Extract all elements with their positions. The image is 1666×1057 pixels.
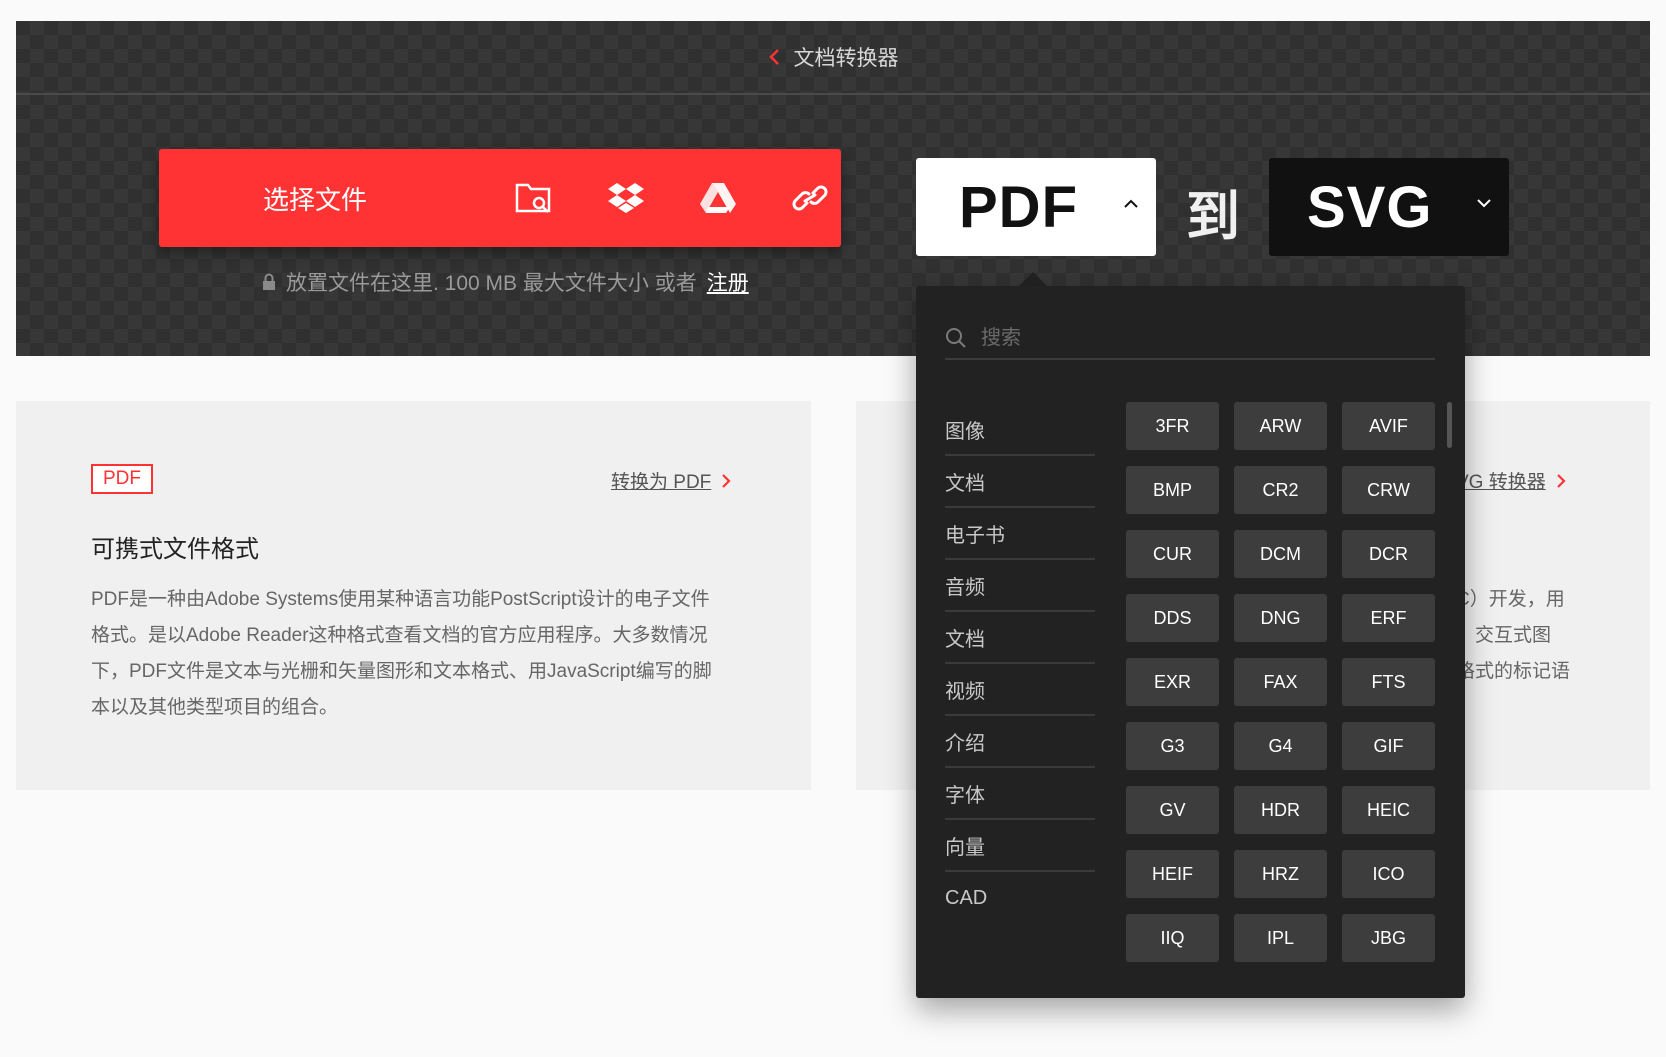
format-option[interactable]: DCR: [1342, 530, 1435, 578]
format-option[interactable]: ARW: [1234, 402, 1327, 450]
signup-link[interactable]: 注册: [707, 267, 749, 297]
drop-note-text: 放置文件在这里. 100 MB 最大文件大小 或者: [286, 272, 697, 295]
hero-header: 文档转换器: [16, 21, 1650, 95]
format-description: C）开发，用 、交互式图 格式的标记语: [1456, 582, 1646, 690]
format-option[interactable]: FAX: [1234, 658, 1327, 706]
description-line: 格式。是以Adobe Reader这种格式查看文档的官方应用程序。大多数情况: [91, 625, 708, 646]
format-option[interactable]: HEIC: [1342, 786, 1435, 834]
chevron-down-icon: [1477, 199, 1491, 208]
category-item[interactable]: 向量: [945, 820, 1095, 872]
converter-link-label: VG 转换器: [1456, 472, 1546, 493]
format-dropdown: 图像文档电子书音频文档视频介绍字体向量CAD 3FRARWAVIFBMPCR2C…: [916, 286, 1465, 998]
choose-files-button[interactable]: 选择文件: [263, 180, 473, 217]
format-option[interactable]: IIQ: [1126, 914, 1219, 962]
format-option[interactable]: ERF: [1342, 594, 1435, 642]
page-title[interactable]: 文档转换器: [794, 42, 899, 72]
format-option[interactable]: G4: [1234, 722, 1327, 770]
search-input[interactable]: [979, 325, 1423, 351]
link-icon[interactable]: [790, 178, 830, 218]
format-option[interactable]: AVIF: [1342, 402, 1435, 450]
convert-to-pdf-link[interactable]: 转换为 PDF: [611, 467, 731, 494]
description-line: 本以及其他类型项目的组合。: [91, 697, 339, 718]
category-item[interactable]: 文档: [945, 456, 1095, 508]
from-format-value: PDF: [959, 174, 1078, 240]
description-line: 下，PDF文件是文本与光栅和矢量图形和文本格式、用JavaScript编写的脚: [91, 661, 712, 682]
search-icon: [946, 328, 966, 348]
category-item[interactable]: 文档: [945, 612, 1095, 664]
source-format-card: PDF 转换为 PDF 可携式文件格式 PDF是一种由Adobe Systems…: [16, 401, 811, 790]
description-line: PDF是一种由Adobe Systems使用某种语言功能PostScript设计…: [91, 589, 710, 610]
format-option[interactable]: HEIF: [1126, 850, 1219, 898]
format-description: PDF是一种由Adobe Systems使用某种语言功能PostScript设计…: [91, 582, 741, 726]
lock-icon: [263, 273, 275, 290]
category-item[interactable]: 字体: [945, 768, 1095, 820]
format-option[interactable]: CUR: [1126, 530, 1219, 578]
from-format-select[interactable]: PDF: [916, 158, 1156, 256]
folder-search-icon[interactable]: [514, 178, 554, 218]
to-label: 到: [1186, 187, 1240, 247]
description-line: 格式的标记语: [1456, 661, 1571, 682]
format-option[interactable]: FTS: [1342, 658, 1435, 706]
format-option[interactable]: HRZ: [1234, 850, 1327, 898]
category-item[interactable]: 电子书: [945, 508, 1095, 560]
format-option[interactable]: IPL: [1234, 914, 1327, 962]
convert-link-label: 转换为 PDF: [611, 472, 712, 493]
category-item[interactable]: CAD: [945, 872, 1095, 924]
category-item[interactable]: 音频: [945, 560, 1095, 612]
chevron-left-icon[interactable]: [768, 47, 782, 67]
format-option[interactable]: GIF: [1342, 722, 1435, 770]
category-item[interactable]: 介绍: [945, 716, 1095, 768]
svg-converter-link[interactable]: VG 转换器: [1456, 467, 1566, 494]
format-option[interactable]: JBG: [1342, 914, 1435, 962]
format-option[interactable]: EXR: [1126, 658, 1219, 706]
dropdown-scrollbar[interactable]: [1447, 402, 1452, 448]
category-list: 图像 文档 电子书 音频 文档 视频 介绍 字体 向量 CAD: [945, 404, 1095, 924]
chevron-up-icon: [1124, 199, 1138, 208]
dropdown-caret: [1019, 272, 1047, 286]
format-search: [945, 318, 1435, 360]
to-format-select[interactable]: SVG: [1269, 158, 1509, 256]
to-format-value: SVG: [1307, 174, 1433, 240]
format-option[interactable]: GV: [1126, 786, 1219, 834]
format-option[interactable]: CRW: [1342, 466, 1435, 514]
google-drive-icon[interactable]: [698, 178, 738, 218]
chevron-right-icon: [1556, 473, 1566, 488]
format-option[interactable]: BMP: [1126, 466, 1219, 514]
format-grid: 3FR ARW AVIF BMP CR2 CRW CUR DCM DCR DDS DNG ERF EXR…: [1126, 402, 1436, 962]
format-option[interactable]: CR2: [1234, 466, 1327, 514]
chevron-right-icon: [722, 473, 731, 488]
format-option[interactable]: HDR: [1234, 786, 1327, 834]
category-item[interactable]: 视频: [945, 664, 1095, 716]
choose-files-bar: 选择文件: [159, 149, 841, 247]
category-item[interactable]: 图像: [945, 404, 1095, 456]
format-full-name: 可携式文件格式: [91, 536, 259, 563]
format-option[interactable]: DDS: [1126, 594, 1219, 642]
dropbox-icon[interactable]: [606, 178, 646, 218]
description-line: 、交互式图: [1456, 625, 1552, 646]
format-option[interactable]: DNG: [1234, 594, 1327, 642]
drop-note: 放置文件在这里. 100 MB 最大文件大小 或者 注册: [262, 267, 749, 297]
description-line: C）开发，用: [1456, 589, 1565, 610]
format-badge: PDF: [91, 464, 153, 494]
format-option[interactable]: ICO: [1342, 850, 1435, 898]
format-option[interactable]: 3FR: [1126, 402, 1219, 450]
format-option[interactable]: DCM: [1234, 530, 1327, 578]
format-option[interactable]: G3: [1126, 722, 1219, 770]
